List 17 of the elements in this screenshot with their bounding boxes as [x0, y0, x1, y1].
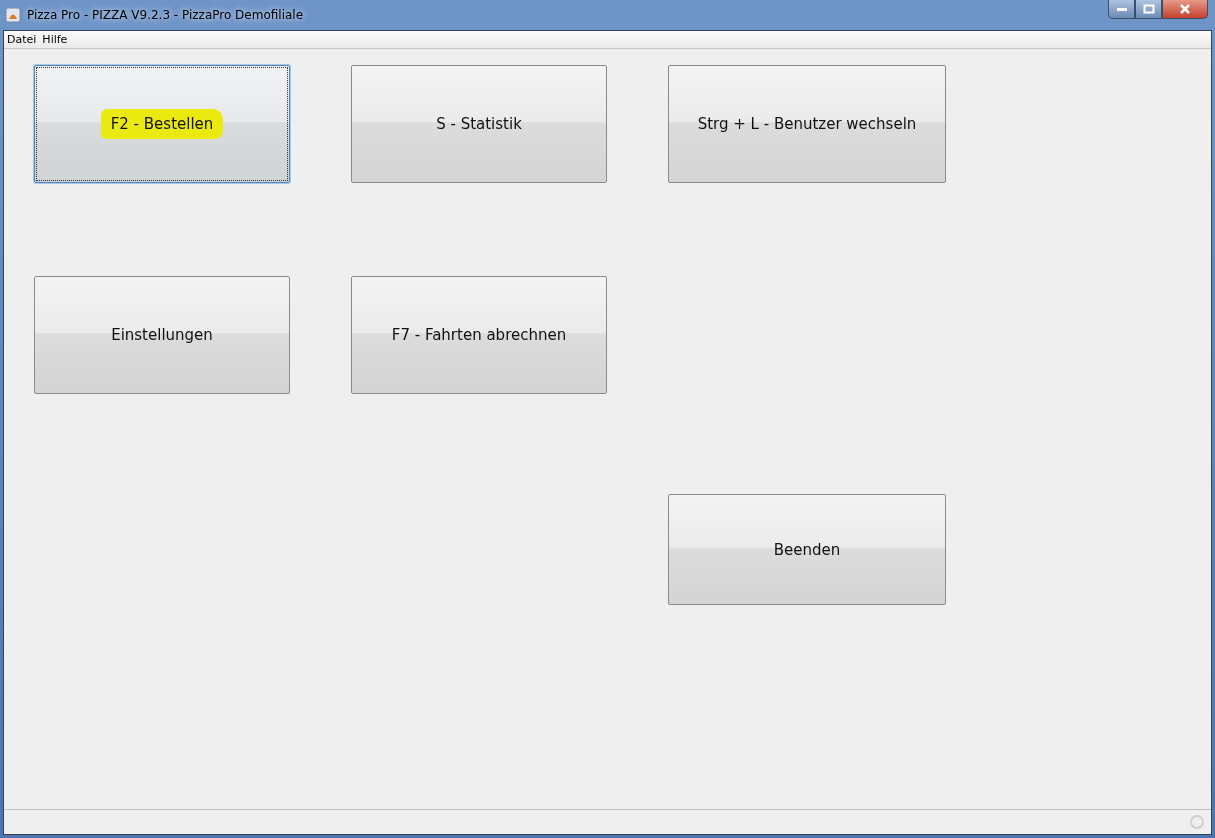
minimize-button[interactable] — [1108, 0, 1135, 19]
menu-button[interactable]: Strg + L - Benutzer wechseln — [668, 65, 946, 183]
maximize-button[interactable] — [1135, 0, 1162, 19]
close-icon — [1179, 4, 1191, 14]
menu-button[interactable]: S - Statistik — [351, 65, 607, 183]
minimize-icon — [1115, 6, 1128, 12]
menu-item[interactable]: Datei — [7, 33, 37, 46]
close-button[interactable] — [1162, 0, 1208, 19]
app-icon — [5, 7, 21, 23]
menu-button[interactable]: F7 - Fahrten abrechnen — [351, 276, 607, 394]
menu-button[interactable]: Einstellungen — [34, 276, 290, 394]
busy-indicator-icon — [1189, 814, 1205, 830]
menu-button[interactable]: F2 - Bestellen — [34, 65, 290, 183]
window-title: Pizza Pro - PIZZA V9.2.3 - PizzaPro Demofiliale — [27, 8, 304, 22]
menu-item[interactable]: Hilfe — [42, 33, 68, 46]
menu-button[interactable]: Beenden — [668, 494, 946, 605]
maximize-icon — [1142, 4, 1155, 14]
